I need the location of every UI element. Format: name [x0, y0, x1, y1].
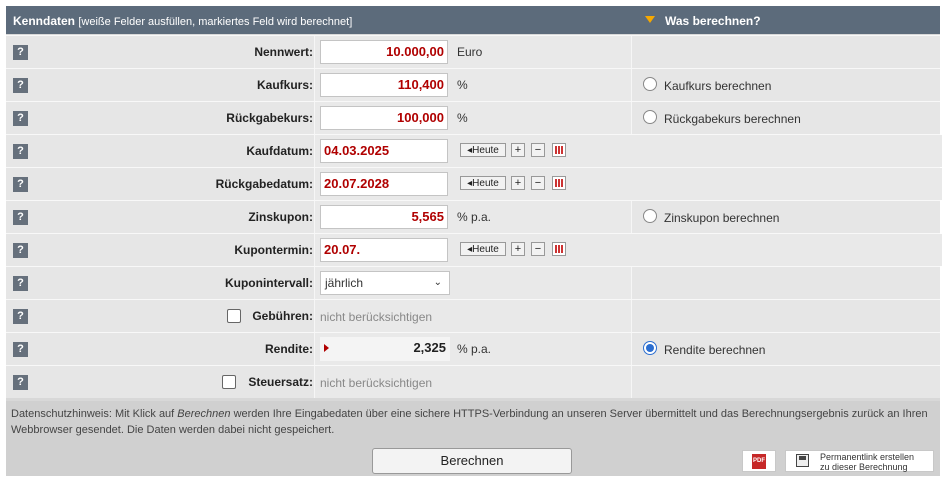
- help-icon[interactable]: ?: [13, 375, 28, 390]
- row-steuersatz: ? Steuersatz: nicht berücksichtigen: [6, 365, 940, 398]
- pdf-button[interactable]: PDF: [742, 450, 776, 472]
- rueckgabedatum-input[interactable]: 20.07.2028: [320, 172, 448, 196]
- privacy-note-emphasis: Berechnen: [177, 408, 231, 420]
- rueckgabekurs-input[interactable]: 100,000: [320, 106, 448, 130]
- chevron-down-icon: ⌄: [433, 277, 442, 288]
- help-icon[interactable]: ?: [13, 177, 28, 192]
- gebuehren-status: nicht berücksichtigen: [320, 310, 433, 324]
- kupontermin-input[interactable]: 20.07.: [320, 238, 448, 262]
- help-icon[interactable]: ?: [13, 342, 28, 357]
- bond-yield-calculator: Kenndaten [weiße Felder ausfüllen, marki…: [6, 6, 942, 476]
- today-button-label: Heute: [472, 178, 499, 189]
- date-minus-button[interactable]: −: [531, 176, 545, 190]
- row-nennwert: ? Nennwert: 10.000,00 Euro: [6, 35, 940, 68]
- row-rueckgabekurs: ? Rückgabekurs: 100,000 % Rückgabekurs b…: [6, 101, 940, 134]
- date-plus-button[interactable]: +: [511, 176, 525, 190]
- row-gebuehren: ? Gebühren: nicht berücksichtigen: [6, 299, 940, 332]
- steuersatz-checkbox[interactable]: [222, 375, 236, 389]
- help-icon[interactable]: ?: [13, 243, 28, 258]
- today-button-label: Heute: [472, 244, 499, 255]
- permalink-label-line1: Permanentlink erstellen: [820, 452, 915, 462]
- kaufkurs-radio[interactable]: [643, 77, 657, 91]
- kupontermin-label: Kupontermin:: [234, 243, 313, 257]
- rueckgabekurs-radio[interactable]: [643, 110, 657, 124]
- rendite-result: 2,325: [320, 337, 450, 361]
- help-icon[interactable]: ?: [13, 111, 28, 126]
- calculator-header: Kenndaten [weiße Felder ausfüllen, marki…: [6, 6, 940, 34]
- calculator-footer: Datenschutzhinweis: Mit Klick auf Berech…: [6, 401, 940, 476]
- what-to-calculate-title: Was berechnen?: [665, 14, 761, 28]
- today-button[interactable]: ◂Heute: [460, 143, 506, 157]
- steuersatz-label: Steuersatz:: [248, 375, 313, 389]
- rendite-unit: % p.a.: [457, 342, 492, 356]
- rueckgabekurs-unit: %: [457, 111, 468, 125]
- rendite-radio-label[interactable]: Rendite berechnen: [664, 343, 765, 357]
- rueckgabekurs-label: Rückgabekurs:: [226, 111, 313, 125]
- row-kupontermin: ? Kupontermin: 20.07. ◂Heute + −: [6, 233, 942, 266]
- kaufdatum-input[interactable]: 04.03.2025: [320, 139, 448, 163]
- kuponintervall-value: jährlich: [325, 276, 364, 290]
- header-title: Kenndaten [weiße Felder ausfüllen, marki…: [13, 14, 352, 28]
- calendar-icon[interactable]: [552, 143, 566, 157]
- date-minus-button[interactable]: −: [531, 242, 545, 256]
- rueckgabekurs-radio-label[interactable]: Rückgabekurs berechnen: [664, 112, 801, 126]
- zinskupon-radio[interactable]: [643, 209, 657, 223]
- rueckgabedatum-label: Rückgabedatum:: [215, 177, 313, 191]
- calculate-button[interactable]: Berechnen: [372, 448, 572, 474]
- privacy-note-prefix: Datenschutzhinweis: Mit Klick auf: [11, 408, 178, 420]
- save-disk-icon: [796, 454, 809, 467]
- header-title-main: Kenndaten: [13, 14, 76, 28]
- row-rendite: ? Rendite: 2,325 % p.a. Rendite berechne…: [6, 332, 940, 365]
- help-icon[interactable]: ?: [13, 45, 28, 60]
- help-icon[interactable]: ?: [13, 276, 28, 291]
- date-plus-button[interactable]: +: [511, 143, 525, 157]
- rendite-radio[interactable]: [643, 341, 657, 355]
- rendite-label: Rendite:: [265, 342, 313, 356]
- header-note: [weiße Felder ausfüllen, markiertes Feld…: [78, 16, 353, 28]
- permalink-label: Permanentlink erstellen zu dieser Berech…: [820, 452, 914, 472]
- kaufkurs-label: Kaufkurs:: [256, 78, 313, 92]
- row-zinskupon: ? Zinskupon: 5,565 % p.a. Zinskupon bere…: [6, 200, 940, 233]
- zinskupon-radio-label[interactable]: Zinskupon berechnen: [664, 211, 779, 225]
- calendar-icon[interactable]: [552, 176, 566, 190]
- row-kaufdatum: ? Kaufdatum: 04.03.2025 ◂Heute + −: [6, 134, 942, 167]
- rendite-value: 2,325: [413, 340, 446, 355]
- kuponintervall-label: Kuponintervall:: [224, 276, 313, 290]
- help-icon[interactable]: ?: [13, 210, 28, 225]
- permalink-button[interactable]: Permanentlink erstellen zu dieser Berech…: [785, 450, 934, 472]
- gebuehren-checkbox[interactable]: [227, 309, 241, 323]
- zinskupon-unit: % p.a.: [457, 210, 492, 224]
- help-icon[interactable]: ?: [13, 309, 28, 324]
- permalink-label-line2: zu dieser Berechnung: [820, 462, 908, 472]
- result-marker-icon: [324, 344, 329, 352]
- kaufkurs-radio-label[interactable]: Kaufkurs berechnen: [664, 79, 771, 93]
- date-minus-button[interactable]: −: [531, 143, 545, 157]
- help-icon[interactable]: ?: [13, 78, 28, 93]
- nennwert-input[interactable]: 10.000,00: [320, 40, 448, 64]
- gebuehren-label: Gebühren:: [252, 309, 313, 323]
- today-button-label: Heute: [472, 145, 499, 156]
- today-button[interactable]: ◂Heute: [460, 176, 506, 190]
- kaufdatum-label: Kaufdatum:: [246, 144, 313, 158]
- nennwert-label: Nennwert:: [254, 45, 313, 59]
- pdf-icon: PDF: [752, 454, 766, 469]
- calendar-icon[interactable]: [552, 242, 566, 256]
- row-kaufkurs: ? Kaufkurs: 110,400 % Kaufkurs berechnen: [6, 68, 940, 101]
- steuersatz-status: nicht berücksichtigen: [320, 376, 433, 390]
- nennwert-unit: Euro: [457, 45, 483, 59]
- date-plus-button[interactable]: +: [511, 242, 525, 256]
- triangle-down-icon: [645, 16, 655, 23]
- row-kuponintervall: ? Kuponintervall: jährlich ⌄: [6, 266, 940, 299]
- kuponintervall-select[interactable]: jährlich ⌄: [320, 271, 450, 295]
- privacy-note: Datenschutzhinweis: Mit Klick auf Berech…: [11, 406, 936, 438]
- today-button[interactable]: ◂Heute: [460, 242, 506, 256]
- row-rueckgabedatum: ? Rückgabedatum: 20.07.2028 ◂Heute + −: [6, 167, 942, 200]
- zinskupon-input[interactable]: 5,565: [320, 205, 448, 229]
- zinskupon-label: Zinskupon:: [248, 210, 313, 224]
- kaufkurs-unit: %: [457, 78, 468, 92]
- help-icon[interactable]: ?: [13, 144, 28, 159]
- kaufkurs-input[interactable]: 110,400: [320, 73, 448, 97]
